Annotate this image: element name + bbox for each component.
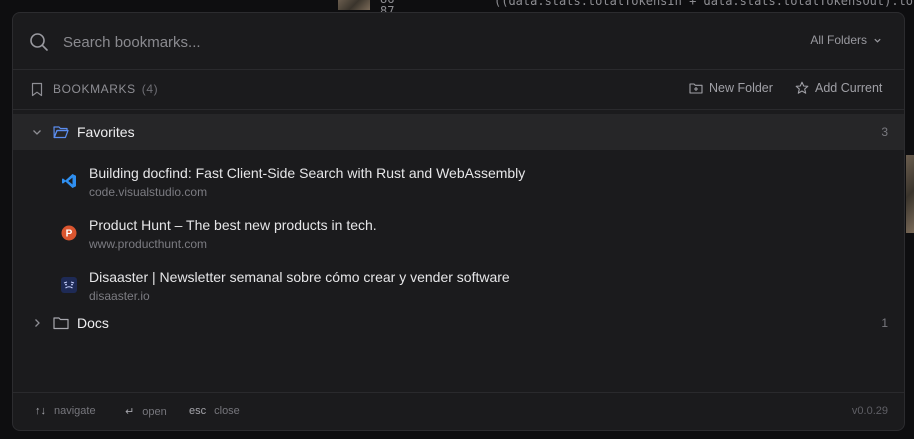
- chevron-down-icon: [874, 38, 881, 43]
- bookmark-title: Building docfind: Fast Client-Side Searc…: [89, 165, 526, 181]
- folder-count: 3: [881, 125, 888, 139]
- bookmark-palette: All Folders BOOKMARKS(4) New Folder Ad: [12, 12, 905, 431]
- add-current-button[interactable]: Add Current: [795, 81, 882, 95]
- bookmark-item[interactable]: P Product Hunt – The best new products i…: [13, 211, 904, 261]
- footer: ↑↓ navigate ↵ open esc close v0.0.29: [13, 392, 904, 430]
- folder-name: Docs: [77, 315, 109, 331]
- folder-count: 1: [881, 316, 888, 330]
- hint-open: ↵ open: [125, 405, 167, 419]
- bookmark-url: www.producthunt.com: [89, 237, 208, 251]
- search-input[interactable]: [61, 29, 665, 55]
- folder-filter-label: All Folders: [810, 33, 867, 47]
- search-bar: All Folders: [13, 13, 904, 70]
- chevron-down-icon[interactable]: [31, 126, 43, 138]
- esc-key: esc: [189, 405, 207, 417]
- bookmark-url: disaaster.io: [89, 289, 150, 303]
- bookmark-title: Product Hunt – The best new products in …: [89, 217, 377, 233]
- hint-close: esc close: [189, 405, 240, 417]
- version-label: v0.0.29: [851, 405, 888, 417]
- navigate-label: navigate: [54, 405, 96, 417]
- open-label: open: [142, 405, 167, 418]
- folder-name: Favorites: [77, 124, 135, 140]
- bookmark-url: code.visualstudio.com: [89, 185, 208, 199]
- producthunt-letter: P: [66, 229, 73, 240]
- section-title-text: BOOKMARKS: [53, 82, 136, 96]
- new-folder-button[interactable]: New Folder: [689, 81, 773, 95]
- close-label: close: [214, 405, 240, 417]
- code-line: ((data.stats.totalTokensIn + data.stats.…: [494, 0, 914, 8]
- bookmarks-toolbar: BOOKMARKS (4) New Folder Add Current: [13, 69, 904, 110]
- add-current-label: Add Current: [815, 81, 883, 95]
- folder-row-docs[interactable]: Docs 1: [13, 305, 904, 341]
- bookmark-icon: [31, 82, 43, 97]
- bookmark-item[interactable]: Building docfind: Fast Client-Side Searc…: [13, 159, 904, 209]
- folder-plus-icon: [689, 83, 703, 94]
- folder-row-favorites[interactable]: Favorites 3: [13, 114, 904, 150]
- enter-key: ↵: [125, 406, 135, 418]
- new-folder-label: New Folder: [709, 81, 773, 95]
- bookmark-count: (4): [141, 82, 159, 96]
- navigate-key: ↑↓: [35, 405, 46, 417]
- producthunt-icon: P: [61, 225, 77, 241]
- bookmark-title: Disaaster | Newsletter semanal sobre cóm…: [89, 269, 510, 285]
- folder-open-icon: [53, 126, 69, 139]
- chevron-right-icon[interactable]: [31, 317, 43, 329]
- folder-filter-dropdown[interactable]: All Folders: [810, 33, 882, 47]
- search-icon: [30, 33, 48, 51]
- background-thumbnail: [338, 0, 370, 10]
- disaaster-icon: [61, 277, 77, 293]
- background-thumbnail: [906, 155, 914, 233]
- hint-navigate: ↑↓ navigate: [35, 405, 96, 417]
- vscode-icon: [62, 174, 76, 188]
- star-icon: [795, 81, 809, 94]
- folder-icon: [53, 317, 69, 330]
- section-title: BOOKMARKS (4): [53, 82, 158, 96]
